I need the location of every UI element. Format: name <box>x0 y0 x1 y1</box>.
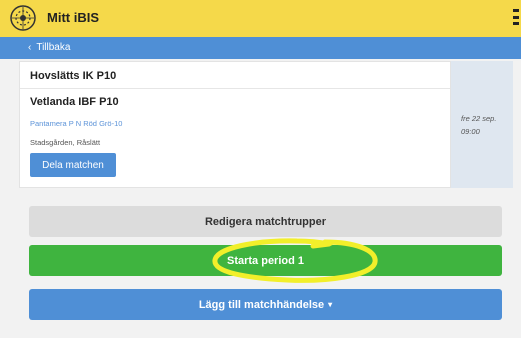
caret-down-icon: ▾ <box>328 300 333 309</box>
share-match-button[interactable]: Dela matchen <box>30 153 116 177</box>
back-bar: ‹ Tillbaka <box>0 37 521 59</box>
match-time: 09:00 <box>461 127 480 136</box>
series-link[interactable]: Pantamera P N Röd Grö-10 <box>30 119 122 128</box>
app-title: Mitt iBIS <box>47 10 99 25</box>
match-datetime-panel: fre 22 sep. 09:00 <box>451 61 513 188</box>
back-link[interactable]: ‹ Tillbaka <box>28 42 70 53</box>
divider <box>20 88 450 89</box>
edit-lineups-label: Redigera matchtrupper <box>204 215 327 228</box>
ibis-logo-icon[interactable] <box>8 3 38 33</box>
add-match-event-label: Lägg till matchhändelse <box>198 298 325 311</box>
away-team-name: Vetlanda IBF P10 <box>30 96 119 108</box>
add-match-event-button[interactable]: Lägg till matchhändelse ▾ <box>29 289 502 320</box>
back-label: Tillbaka <box>36 42 71 53</box>
start-period-label: Starta period 1 <box>226 254 305 267</box>
venue-text: Stadsgården, Råslätt <box>30 138 101 147</box>
hamburger-menu-icon[interactable] <box>513 9 519 25</box>
home-team-name: Hovslätts IK P10 <box>30 70 117 82</box>
match-card: Hovslätts IK P10 Vetlanda IBF P10 Pantam… <box>19 61 451 188</box>
chevron-left-icon: ‹ <box>28 42 32 53</box>
top-bar: Mitt iBIS <box>0 0 521 37</box>
match-date: fre 22 sep. <box>461 114 497 123</box>
start-period-button[interactable]: Starta period 1 <box>29 245 502 276</box>
edit-lineups-button[interactable]: Redigera matchtrupper <box>29 206 502 237</box>
